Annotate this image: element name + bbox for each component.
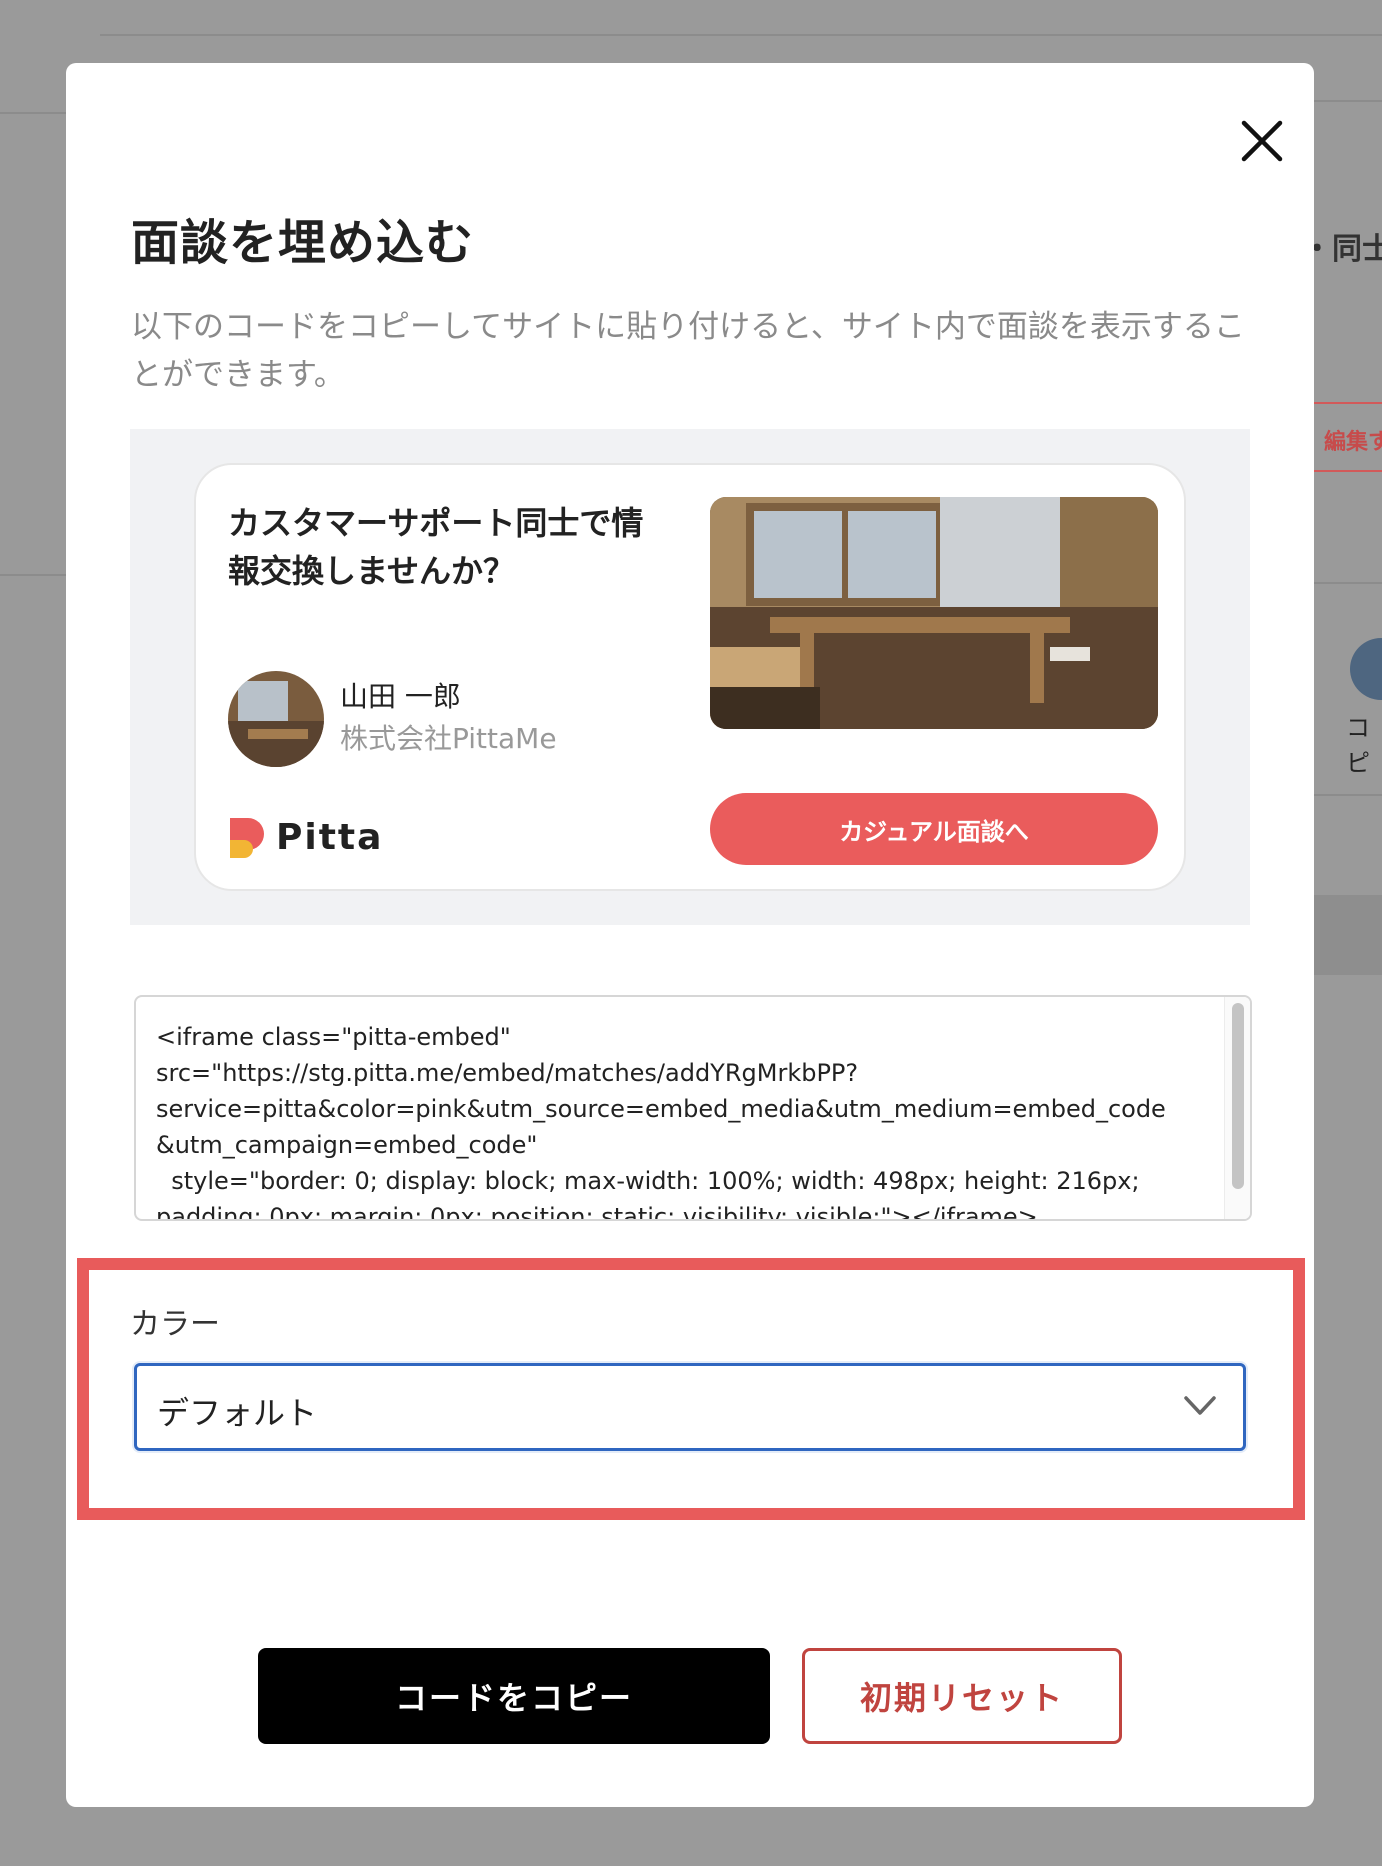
background-divider [0,574,66,576]
pitta-logo-icon [230,818,264,858]
embed-code-text: <iframe class="pitta-embed" src="https:/… [156,1023,1166,1221]
casual-interview-button[interactable]: カジュアル面談へ [710,793,1158,865]
code-scrollbar-thumb[interactable] [1232,1003,1244,1189]
background-band [1312,895,1382,975]
color-label: カラー [130,1307,220,1342]
modal-title: 面談を埋め込む [131,215,475,271]
background-edit-button: 編集す [1312,402,1382,472]
background-divider [0,112,66,114]
background-divider [100,34,1382,36]
background-divider [1314,794,1382,796]
preview-card-photo [710,497,1158,729]
host-name: 山田 一郎 [340,680,461,713]
background-title-fragment: ・同士 [1302,232,1382,267]
code-scrollbar[interactable] [1224,997,1250,1219]
close-icon [1241,120,1283,162]
embed-preview-area: カスタマーサポート同士で情報交換しませんか？ 山田 一郎 株式会社PittaMe… [130,429,1250,925]
color-select-value: デフォルト [157,1394,318,1432]
embed-preview-card: カスタマーサポート同士で情報交換しませんか？ 山田 一郎 株式会社PittaMe… [194,463,1186,891]
background-divider [1314,582,1382,584]
copy-code-button[interactable]: コードをコピー [258,1648,770,1744]
modal-description: 以下のコードをコピーしてサイトに貼り付けると、サイト内で面談を表示することができ… [131,309,1245,393]
preview-card-title: カスタマーサポート同士で情報交換しませんか？ [228,504,644,590]
host-company: 株式会社PittaMe [340,722,557,755]
color-select[interactable]: デフォルト [134,1363,1246,1451]
chevron-down-icon [1184,1396,1216,1415]
host-avatar-image [228,671,324,767]
background-avatar [1350,638,1382,700]
room-photo-image [710,497,1158,729]
background-divider [1314,100,1382,102]
close-button[interactable] [1222,101,1302,181]
pitta-logo-text: Pitta [276,816,384,858]
background-copy-label: コピ [1346,714,1370,777]
pitta-logo: Pitta [228,815,383,859]
embed-modal: 面談を埋め込む 以下のコードをコピーしてサイトに貼り付けると、サイト内で面談を表… [66,63,1314,1807]
host-avatar [228,671,324,767]
embed-code-textarea[interactable]: <iframe class="pitta-embed" src="https:/… [134,995,1252,1221]
reset-button[interactable]: 初期リセット [802,1648,1122,1744]
